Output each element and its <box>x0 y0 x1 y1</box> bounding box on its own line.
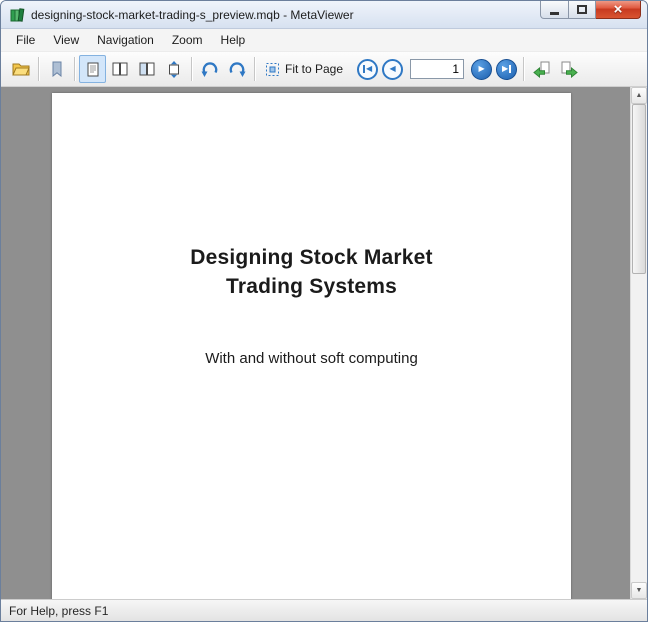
document-subtitle: With and without soft computing <box>52 350 571 367</box>
go-forward-button[interactable] <box>555 55 582 83</box>
go-back-button[interactable] <box>528 55 555 83</box>
vertical-scrollbar[interactable]: ▲ ▼ <box>630 87 647 599</box>
rotate-left-icon <box>201 61 219 78</box>
rotate-right-icon <box>228 61 246 78</box>
previous-page-button[interactable]: ◀ <box>382 59 403 80</box>
document-page: Designing Stock Market Trading Systems W… <box>52 93 571 599</box>
down-arrow-icon: ▼ <box>636 587 643 594</box>
toolbar-separator <box>254 57 255 81</box>
first-page-button[interactable]: ◀ <box>357 59 378 80</box>
toolbar-separator <box>523 57 524 81</box>
title-bar[interactable]: designing-stock-market-trading-s_preview… <box>1 1 647 29</box>
minimize-button[interactable] <box>540 0 569 19</box>
scroll-down-button[interactable]: ▼ <box>631 582 647 599</box>
document-title-line2: Trading Systems <box>52 272 571 301</box>
right-triangle-icon: ▶ <box>502 65 508 73</box>
left-triangle-icon: ◀ <box>366 65 372 73</box>
menu-view[interactable]: View <box>44 30 88 50</box>
close-button[interactable]: × <box>596 0 641 19</box>
rotate-left-button[interactable] <box>196 55 223 83</box>
forward-green-arrow-icon <box>560 61 578 78</box>
open-file-button[interactable] <box>7 55 34 83</box>
app-icon <box>9 7 25 23</box>
single-page-icon <box>87 62 99 77</box>
up-arrow-icon: ▲ <box>636 92 643 99</box>
scroll-pages-icon <box>168 61 180 78</box>
menu-file[interactable]: File <box>7 30 44 50</box>
status-bar: For Help, press F1 <box>1 599 647 621</box>
scrollbar-thumb[interactable] <box>632 104 646 274</box>
document-canvas[interactable]: Designing Stock Market Trading Systems W… <box>1 87 630 599</box>
last-page-button[interactable]: ▶ <box>496 59 517 80</box>
page-number-input[interactable] <box>410 59 464 79</box>
fit-to-page-button[interactable]: Fit to Page <box>259 55 355 83</box>
content-area: Designing Stock Market Trading Systems W… <box>1 87 647 599</box>
bookmarks-button[interactable] <box>43 55 70 83</box>
caption-buttons: × <box>540 0 641 19</box>
facing-pages-view-button[interactable] <box>106 55 133 83</box>
maximize-icon <box>577 5 587 14</box>
rotate-right-button[interactable] <box>223 55 250 83</box>
book-pages-icon <box>139 62 155 76</box>
book-view-button[interactable] <box>133 55 160 83</box>
status-text: For Help, press F1 <box>9 604 108 618</box>
bookmark-icon <box>51 61 63 77</box>
menu-zoom[interactable]: Zoom <box>163 30 212 50</box>
toolbar: Fit to Page ◀ ◀ ▶ ▶ <box>1 51 647 87</box>
menu-bar: File View Navigation Zoom Help <box>1 29 647 51</box>
fit-to-page-icon <box>265 62 280 77</box>
window-title: designing-stock-market-trading-s_preview… <box>31 8 354 22</box>
document-title: Designing Stock Market Trading Systems <box>52 93 571 302</box>
menu-navigation[interactable]: Navigation <box>88 30 163 50</box>
menu-help[interactable]: Help <box>212 30 255 50</box>
next-page-button[interactable]: ▶ <box>471 59 492 80</box>
first-page-bar-icon <box>363 65 365 73</box>
toolbar-separator <box>74 57 75 81</box>
minimize-icon <box>550 12 559 15</box>
close-icon: × <box>614 2 623 17</box>
fit-to-page-label: Fit to Page <box>285 62 343 76</box>
open-folder-icon <box>12 61 30 77</box>
metaviewer-logo-icon <box>9 7 25 23</box>
app-window: designing-stock-market-trading-s_preview… <box>0 0 648 622</box>
left-triangle-icon: ◀ <box>389 65 395 73</box>
facing-pages-icon <box>112 62 128 76</box>
toolbar-separator <box>191 57 192 81</box>
maximize-button[interactable] <box>569 0 596 19</box>
single-page-view-button[interactable] <box>79 55 106 83</box>
last-page-bar-icon <box>509 65 511 73</box>
right-triangle-icon: ▶ <box>478 65 484 73</box>
scroll-up-button[interactable]: ▲ <box>631 87 647 104</box>
back-green-arrow-icon <box>533 61 551 78</box>
continuous-scroll-button[interactable] <box>160 55 187 83</box>
scrollbar-track[interactable] <box>631 104 647 582</box>
toolbar-separator <box>38 57 39 81</box>
document-title-line1: Designing Stock Market <box>52 243 571 272</box>
